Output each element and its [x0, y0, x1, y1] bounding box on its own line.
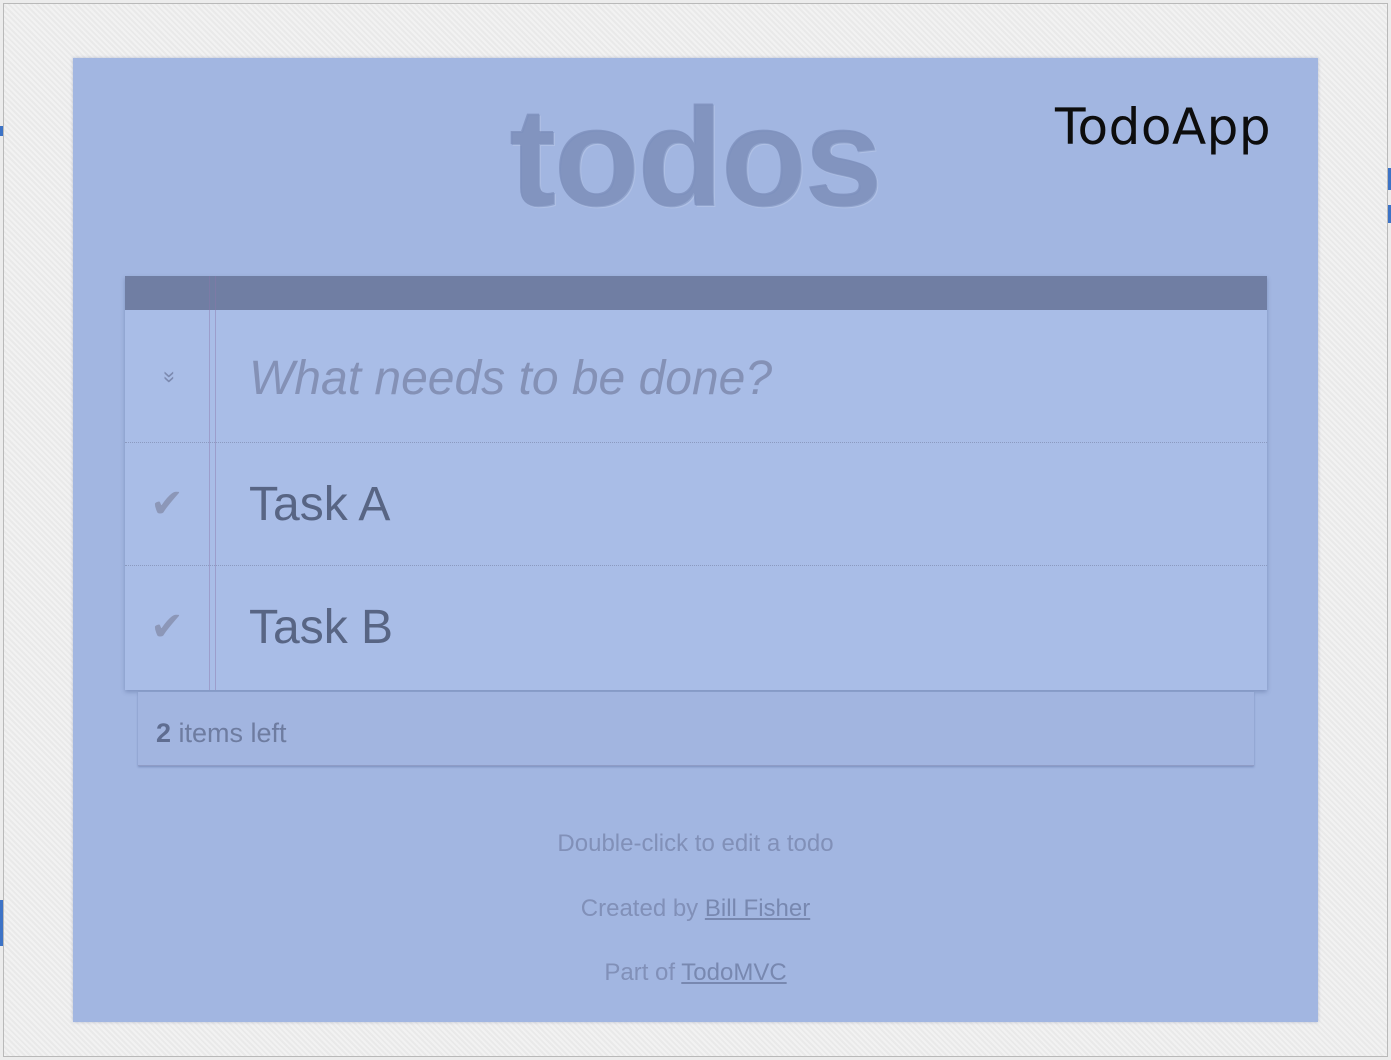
created-by: Created by Bill Fisher: [0, 895, 1391, 923]
todomvc-link[interactable]: TodoMVC: [681, 959, 786, 986]
todo-label[interactable]: Task A: [249, 479, 390, 531]
todo-item[interactable]: ✔ Task A: [125, 443, 1267, 566]
todo-footer: 2 items left: [138, 692, 1254, 766]
edit-hint: Double-click to edit a todo: [557, 830, 834, 857]
part-of-prefix: Part of: [604, 959, 682, 986]
check-icon[interactable]: ✔: [145, 602, 189, 652]
items-left-count: 2 items left: [156, 718, 287, 749]
part-of: Part of TodoMVC: [0, 959, 1391, 987]
toggle-all-icon[interactable]: »: [155, 362, 185, 392]
overlay-label: TodoApp: [1055, 98, 1272, 156]
todo-item[interactable]: ✔ Task B: [125, 566, 1267, 689]
check-icon[interactable]: ✔: [145, 479, 189, 529]
author-link[interactable]: Bill Fisher: [705, 895, 810, 922]
card-header: [125, 276, 1267, 310]
todo-label[interactable]: Task B: [249, 602, 393, 654]
created-by-prefix: Created by: [580, 895, 705, 922]
items-left-number: 2: [156, 718, 172, 748]
todo-app-card: » ✔ Task A ✔ Task B: [125, 276, 1267, 690]
new-todo-input[interactable]: [249, 338, 1239, 418]
new-todo-row: »: [125, 310, 1267, 443]
items-left-text: items left: [171, 718, 287, 748]
